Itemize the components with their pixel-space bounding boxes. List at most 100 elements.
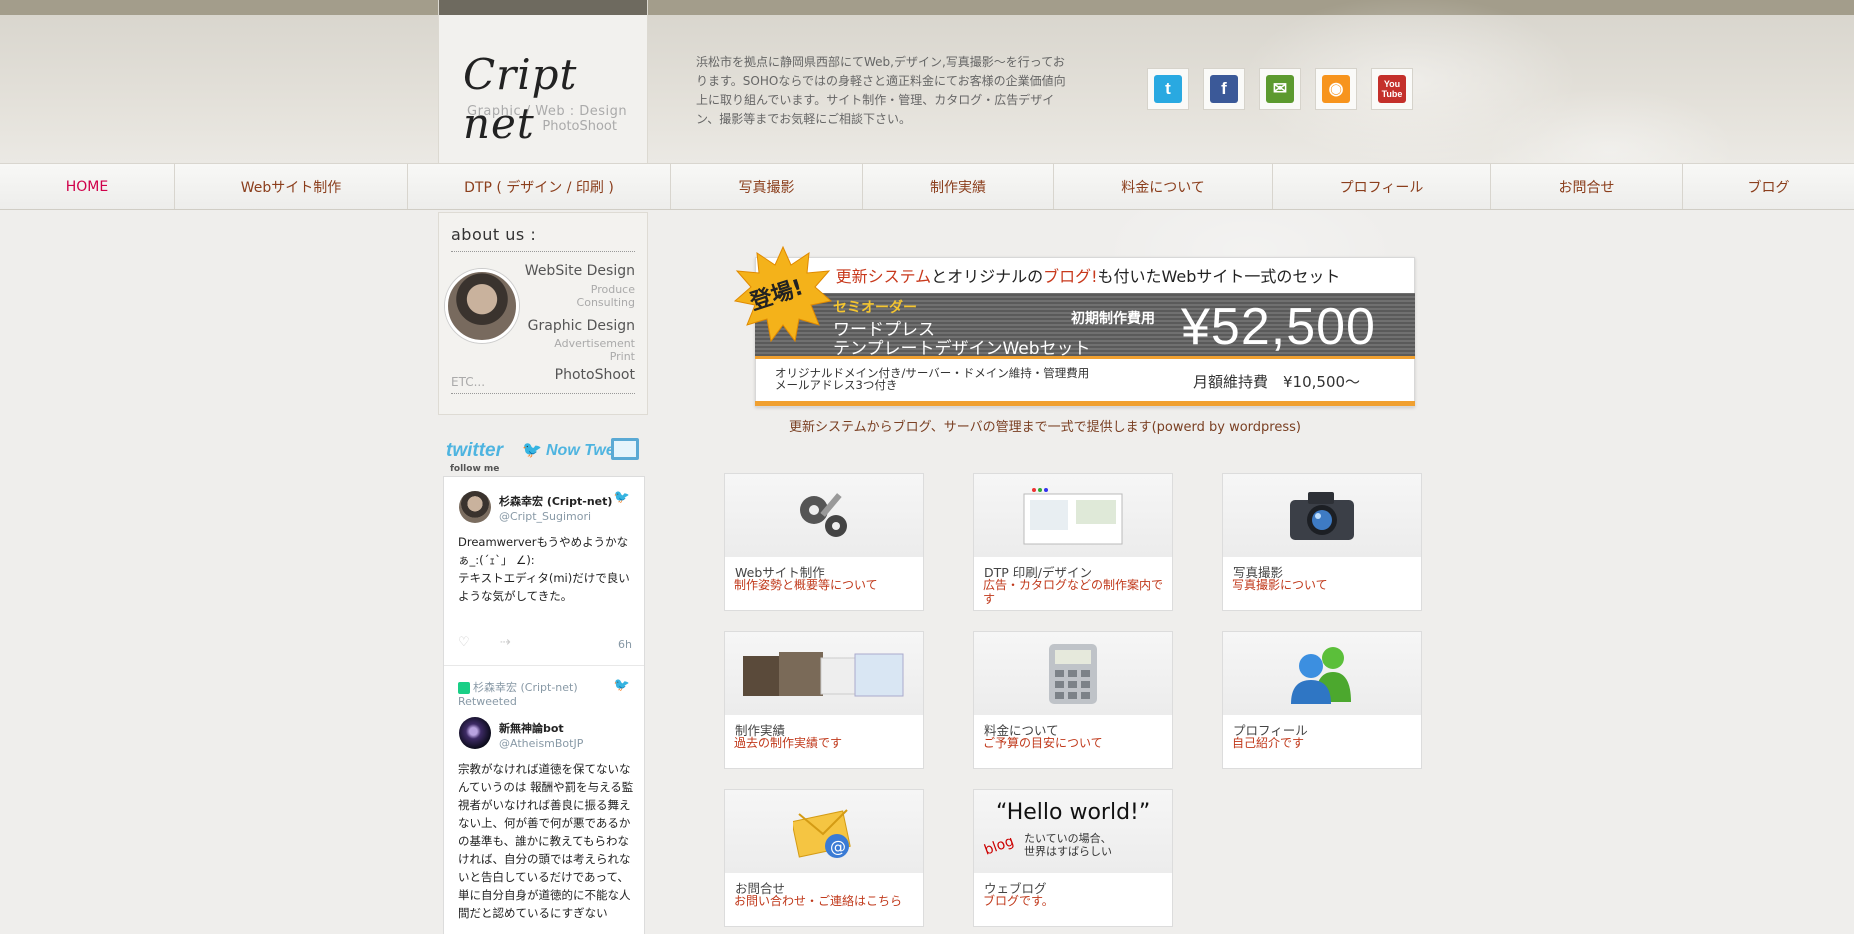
nav-website[interactable]: Webサイト制作 <box>175 164 408 209</box>
headline-part2: とオリジナルの <box>931 267 1044 286</box>
about-us-panel: about us : WebSite Design Produce Consul… <box>438 212 648 415</box>
nav-photo[interactable]: 写真撮影 <box>671 164 863 209</box>
users-icon <box>1291 646 1351 704</box>
rss-icon: ◉ <box>1322 75 1350 103</box>
mail-link[interactable]: ✉ <box>1259 68 1301 110</box>
main-nav: HOME Webサイト制作 DTP ( デザイン / 印刷 ) 写真撮影 制作実… <box>0 163 1854 210</box>
card-photo[interactable]: 写真撮影 写真撮影について <box>1222 473 1422 611</box>
nav-pricing[interactable]: 料金について <box>1054 164 1273 209</box>
tweet-author-handle[interactable]: @AtheismBotJP <box>499 737 583 750</box>
card-desc: ブログです。 <box>983 894 1054 908</box>
avatar[interactable] <box>459 717 491 749</box>
card-desc: 過去の制作実績です <box>734 736 843 750</box>
headline-part1: 更新システム <box>835 267 932 286</box>
card-image <box>1223 474 1421 557</box>
tweet-author-handle[interactable]: @Cript_Sugimori <box>499 510 591 523</box>
divider <box>451 393 635 394</box>
mail-icon: ✉ <box>1266 75 1294 103</box>
nav-profile[interactable]: プロフィール <box>1273 164 1491 209</box>
card-image <box>974 632 1172 715</box>
blog-tag: blog <box>982 833 1017 859</box>
logo-tagline-2: PhotoShoot <box>542 119 617 134</box>
card-image <box>725 474 923 557</box>
retweet-icon <box>458 682 470 694</box>
about-title: about us : <box>451 225 537 244</box>
share-icon[interactable]: ⇢ <box>500 635 511 650</box>
card-profile[interactable]: プロフィール 自己紹介です <box>1222 631 1422 769</box>
avatar <box>445 269 519 343</box>
tweet-text: Dreamwerverもうやめようかなぁ_:(´ｪ`」 ∠): テキストエディタ… <box>458 535 630 603</box>
camera-icon <box>1290 491 1354 540</box>
card-desc: 広告・カタログなどの制作案内です <box>983 578 1164 606</box>
includes-text: オリジナルドメイン付き/サーバー・ドメイン維持・管理費用 メールアドレス3つ付き <box>775 367 1089 391</box>
card-desc: 自己紹介です <box>1232 736 1305 750</box>
facebook-icon: f <box>1210 75 1238 103</box>
twitter-timeline[interactable]: 杉森幸宏 (Cript-net) @Cript_Sugimori 🐦 Dream… <box>443 476 645 934</box>
nav-dtp[interactable]: DTP ( デザイン / 印刷 ) <box>408 164 671 209</box>
dtp-icon <box>1023 487 1123 544</box>
nav-contact[interactable]: お問合せ <box>1491 164 1683 209</box>
logo-cap <box>439 0 647 15</box>
follow-me-label: follow me <box>450 464 500 474</box>
graphic-design-label: Graphic Design <box>527 318 635 334</box>
tweet-author-name[interactable]: 杉森幸宏 (Cript-net) <box>499 493 612 509</box>
twitter-bird-icon[interactable]: 🐦 <box>614 678 630 693</box>
retweeted-label: Retweeted <box>458 695 517 708</box>
retweet-info: 杉森幸宏 (Cript-net) <box>458 679 578 695</box>
tweet-time[interactable]: 6h <box>618 638 632 651</box>
youtube-icon: You Tube <box>1378 75 1406 103</box>
initial-fee-label: 初期制作費用 <box>1071 311 1155 327</box>
nav-home[interactable]: HOME <box>0 164 175 209</box>
twitter-link[interactable]: t <box>1147 68 1189 110</box>
website-design-label: WebSite Design <box>524 263 635 279</box>
tweet-text: 宗教がなければ道徳を保てないなんていうのは 報酬や罰を与える監視者がいなければ善… <box>458 762 634 920</box>
card-pricing[interactable]: 料金について ご予算の目安について <box>973 631 1173 769</box>
tools-icon <box>800 492 847 537</box>
card-image <box>1223 632 1421 715</box>
logo-tagline: Graphic / Web : Design <box>467 104 628 119</box>
card-blog[interactable]: “Hello world!” blog たいていの場合、 世界はすばらしい ウェ… <box>973 789 1173 927</box>
card-desc: 写真撮影について <box>1232 578 1328 592</box>
photoshoot-label: PhotoShoot <box>554 367 635 383</box>
tweet-author-name[interactable]: 新無神論bot <box>499 720 564 736</box>
product-line2: テンプレートデザインWebセット <box>833 339 1091 359</box>
nav-works[interactable]: 制作実績 <box>863 164 1054 209</box>
blog-image-text: たいていの場合、 世界はすばらしい <box>1024 832 1112 858</box>
divider <box>451 251 635 252</box>
retweeted-by[interactable]: 杉森幸宏 (Cript-net) <box>473 681 578 694</box>
nav-blog[interactable]: ブログ <box>1683 164 1854 209</box>
tweet-actions[interactable]: ♡ ⇢ <box>458 635 511 650</box>
promo-banner[interactable]: 更新システムとオリジナルのブログ!も付いたWebサイト一式のセット セミオーダー… <box>733 245 1418 410</box>
blog-image-line1: たいていの場合、 <box>1024 832 1112 845</box>
twitter-bird-icon[interactable]: 🐦 <box>614 490 630 505</box>
facebook-link[interactable]: f <box>1203 68 1245 110</box>
avatar[interactable] <box>459 491 491 523</box>
starburst-badge: 登場! <box>733 245 833 345</box>
includes-line2: メールアドレス3つ付き <box>775 378 898 392</box>
card-works[interactable]: 制作実績 過去の制作実績です <box>724 631 924 769</box>
monthly-fee: 月額維持費 ¥10,500〜 <box>1193 373 1361 391</box>
card-contact[interactable]: @ お問合せ お問い合わせ・ご連絡はこちら <box>724 789 924 927</box>
blog-image-line2: 世界はすばらしい <box>1024 845 1112 858</box>
websites-icon <box>743 651 904 696</box>
monitor-icon <box>611 438 639 460</box>
card-image: “Hello world!” blog たいていの場合、 世界はすばらしい <box>974 790 1172 873</box>
rss-link[interactable]: ◉ <box>1315 68 1357 110</box>
card-website[interactable]: Webサイト制作 制作姿勢と概要等について <box>724 473 924 611</box>
top-bar <box>0 0 1854 15</box>
twitter-widget-logo[interactable]: twitter 🐦 Now Tweet follow me <box>446 436 646 476</box>
card-image <box>974 474 1172 557</box>
heart-icon[interactable]: ♡ <box>458 635 470 650</box>
price: ¥52,500 <box>1181 298 1376 356</box>
youtube-link[interactable]: You Tube <box>1371 68 1413 110</box>
consulting-label: Consulting <box>576 296 635 309</box>
svg-text:@: @ <box>830 837 846 856</box>
card-desc: ご予算の目安について <box>983 736 1103 750</box>
bird-icon: 🐦 <box>522 440 542 459</box>
headline-part3: ブログ! <box>1043 267 1098 286</box>
logo-panel[interactable]: Cript net Graphic / Web : Design PhotoSh… <box>438 0 648 163</box>
card-dtp[interactable]: DTP 印刷/デザイン 広告・カタログなどの制作案内です <box>973 473 1173 611</box>
card-desc: 制作姿勢と概要等について <box>734 578 878 592</box>
advertisement-label: Advertisement <box>554 337 635 350</box>
card-image: @ <box>725 790 923 873</box>
